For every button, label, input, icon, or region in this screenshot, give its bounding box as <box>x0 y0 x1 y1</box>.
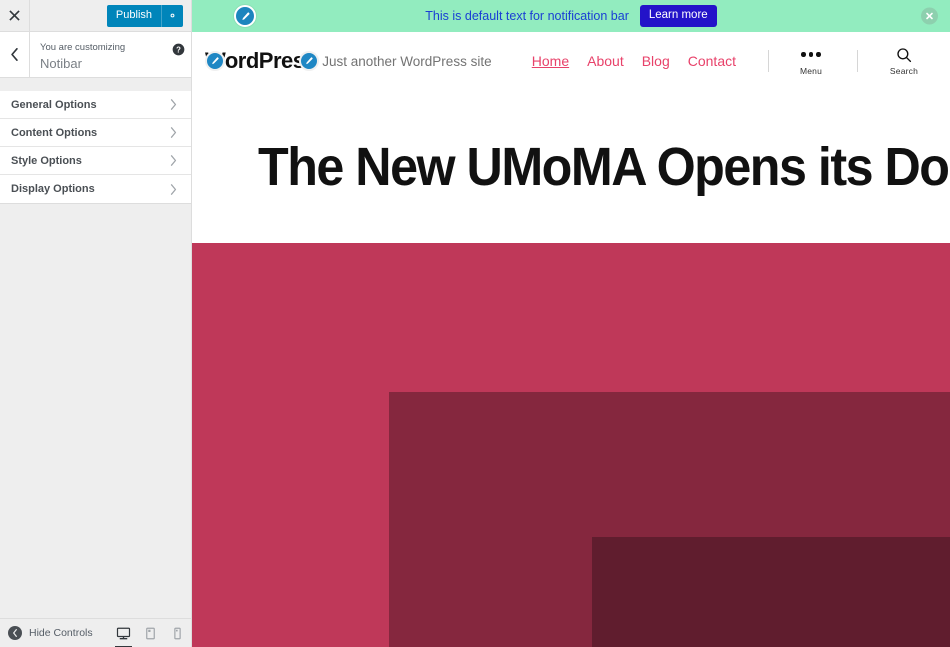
panel-label: General Options <box>11 98 97 111</box>
svg-text:?: ? <box>176 45 181 54</box>
nav-link-about[interactable]: About <box>587 53 624 69</box>
device-preview-group <box>110 619 191 647</box>
customizing-title: Notibar <box>40 55 82 71</box>
back-button[interactable] <box>0 32 30 77</box>
notification-bar-content: This is default text for notification ba… <box>192 5 950 27</box>
site-title-edit-icon[interactable] <box>205 51 225 71</box>
panel-item-display-options[interactable]: Display Options <box>0 175 191 203</box>
nav-link-home[interactable]: Home <box>532 53 569 69</box>
customizer-topbar: Publish <box>0 0 191 32</box>
device-tablet-button[interactable] <box>137 619 164 647</box>
mobile-icon <box>174 627 181 639</box>
hero-title-section: The New UMoMA Opens its Doors <box>192 90 950 243</box>
pencil-icon <box>306 57 313 65</box>
customizer-footer: Hide Controls <box>0 618 191 647</box>
publish-settings-button[interactable] <box>161 4 183 27</box>
desktop-icon <box>116 627 131 639</box>
close-customizer-button[interactable] <box>0 0 30 31</box>
chevron-right-icon <box>170 127 177 138</box>
customizing-subtitle: You are customizing <box>40 41 126 53</box>
gear-icon <box>170 13 175 18</box>
site-preview-pane: This is default text for notification ba… <box>192 0 950 647</box>
chevron-right-icon <box>170 183 177 195</box>
menu-toggle-button[interactable]: Menu <box>789 47 833 76</box>
nav-divider <box>857 50 858 72</box>
pencil-icon <box>212 57 219 65</box>
panel-item-general-options[interactable]: General Options <box>0 91 191 119</box>
help-icon: ? <box>172 43 184 56</box>
ellipsis-icon <box>801 47 821 63</box>
customizer-panel-list: General Options Content Options Style Op… <box>0 91 191 204</box>
device-mobile-button[interactable] <box>164 619 191 647</box>
site-tagline-edit-icon[interactable] <box>299 51 319 71</box>
customizer-sidebar: Publish You are customizing Notibar ? Ge… <box>0 0 192 647</box>
panel-label: Content Options <box>11 126 98 139</box>
nav-link-contact[interactable]: Contact <box>688 53 736 69</box>
panel-item-content-options[interactable]: Content Options <box>0 119 191 147</box>
publish-button[interactable]: Publish <box>106 4 161 27</box>
hero-image <box>192 243 950 647</box>
hide-controls-button[interactable]: Hide Controls <box>0 626 110 640</box>
hero-image-shape-dark <box>592 537 950 647</box>
notification-bar-text: This is default text for notification ba… <box>425 8 629 23</box>
notification-bar: This is default text for notification ba… <box>192 0 950 32</box>
notification-bar-edit-icon[interactable] <box>234 5 256 27</box>
notification-bar-cta-button[interactable]: Learn more <box>639 5 717 27</box>
nav-divider <box>768 50 769 72</box>
chevron-left-icon <box>11 48 18 61</box>
nav-link-blog[interactable]: Blog <box>642 53 670 69</box>
search-icon <box>896 47 912 63</box>
customizer-app: Publish You are customizing Notibar ? Ge… <box>0 0 950 647</box>
chevron-right-icon <box>170 155 177 166</box>
site-header: WordPress Just another WordPress site Ho… <box>192 32 950 90</box>
primary-navigation: Home About Blog Contact Menu Search <box>532 47 926 76</box>
panel-item-style-options[interactable]: Style Options <box>0 147 191 175</box>
panel-label: Display Options <box>11 183 95 195</box>
notification-bar-close-button[interactable] <box>921 7 938 25</box>
hero-title: The New UMoMA Opens its Doors <box>258 136 950 197</box>
search-toggle-button[interactable]: Search <box>882 47 926 76</box>
site-tagline: Just another WordPress site <box>322 53 492 69</box>
panel-label: Style Options <box>11 154 82 167</box>
tablet-icon <box>146 627 155 639</box>
search-label: Search <box>889 65 919 76</box>
sidebar-gap <box>0 78 191 91</box>
sidebar-empty-area <box>0 204 191 618</box>
close-icon <box>926 12 933 20</box>
customizing-info: You are customizing Notibar <box>30 32 165 77</box>
chevron-right-icon <box>170 99 177 110</box>
site-branding: WordPress Just another WordPress site <box>205 48 492 74</box>
menu-label: Menu <box>799 65 823 76</box>
publish-group: Publish <box>106 0 191 31</box>
pencil-icon <box>241 11 250 20</box>
help-button[interactable]: ? <box>165 32 191 77</box>
hide-controls-label: Hide Controls <box>29 627 93 639</box>
customizer-header: You are customizing Notibar ? <box>0 32 191 78</box>
collapse-arrow-icon <box>8 626 22 640</box>
device-desktop-button[interactable] <box>110 619 137 647</box>
close-icon <box>9 10 20 21</box>
